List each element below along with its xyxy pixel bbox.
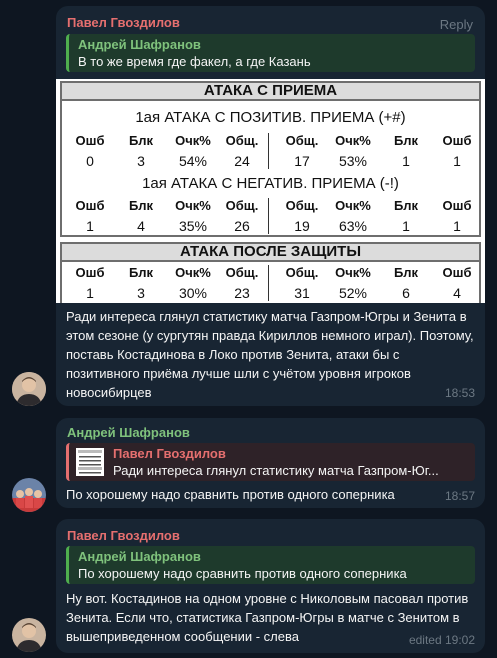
stat-value: 3 [137, 153, 145, 169]
stat-value: 17 [294, 153, 310, 169]
stat-value: 1 [453, 153, 461, 169]
avatar[interactable] [12, 478, 46, 512]
quote-author: Павел Гвоздилов [113, 446, 226, 461]
col-header: Ошб [75, 133, 105, 148]
stat-value: 1 [86, 285, 94, 301]
col-header: Блк [128, 198, 154, 213]
stat-value: 63% [338, 218, 368, 234]
stat-value: 26 [234, 218, 250, 234]
stat-value: 0 [86, 153, 94, 169]
stats-header-row: Ошб Блк Очк% Общ. Общ. Очк% Блк Ошб [60, 264, 481, 282]
stat-value: 53% [338, 153, 368, 169]
col-header: Ошб [75, 198, 105, 213]
col-header: Общ. [285, 265, 319, 280]
reply-quote[interactable]: Павел Гвоздилов Ради интереса глянул ста… [66, 443, 475, 481]
stat-value: 24 [234, 153, 250, 169]
quoted-image-thumbnail [76, 448, 104, 476]
col-header: Очк% [335, 198, 371, 213]
message-time: 18:53 [444, 386, 475, 400]
subheading-positive: 1ая АТАКА С ПОЗИТИВ. ПРИЕМА (+#) [135, 109, 406, 126]
col-header: Общ. [225, 265, 259, 280]
col-header: Общ. [285, 133, 319, 148]
col-header: Ошб [442, 198, 472, 213]
column-divider [268, 198, 269, 234]
person-avatar-icon [12, 618, 46, 652]
col-header: Очк% [175, 133, 211, 148]
reply-button[interactable]: Reply [440, 17, 473, 32]
stats-row: 1 3 30% 23 31 52% 6 4 [60, 284, 481, 302]
col-header: Блк [393, 198, 419, 213]
subheading-negative: 1ая АТАКА С НЕГАТИВ. ПРИЕМА (-!) [142, 175, 399, 192]
col-header: Ошб [442, 133, 472, 148]
stat-value: 6 [402, 285, 410, 301]
message-time: edited 19:02 [408, 633, 475, 647]
sender-name[interactable]: Павел Гвоздилов [67, 528, 180, 543]
stat-value: 4 [453, 285, 461, 301]
group-photo-avatar-icon [12, 478, 46, 512]
col-header: Блк [128, 133, 154, 148]
reply-quote[interactable]: Андрей Шафранов В то же время где факел,… [66, 34, 475, 72]
stat-value: 3 [137, 285, 145, 301]
stat-value: 4 [137, 218, 145, 234]
stat-value: 19 [294, 218, 310, 234]
col-header: Блк [393, 265, 419, 280]
sender-name[interactable]: Павел Гвоздилов [67, 15, 180, 30]
col-header: Очк% [175, 265, 211, 280]
message-bubble-3[interactable]: Павел Гвоздилов Андрей Шафранов По хорош… [56, 519, 485, 653]
message-text: По хорошему надо сравнить против одного … [66, 487, 395, 502]
reply-quote[interactable]: Андрей Шафранов По хорошему надо сравнит… [66, 546, 475, 584]
stats-image[interactable]: АТАКА С ПРИЕМА 1ая АТАКА С ПОЗИТИВ. ПРИЕ… [56, 79, 485, 303]
stats-row: 1 4 35% 26 19 63% 1 1 [60, 217, 481, 235]
col-header: Общ. [285, 198, 319, 213]
message-text: Ради интереса глянул статистику матча Га… [66, 309, 474, 400]
sender-name[interactable]: Андрей Шафранов [67, 425, 190, 440]
stat-value: 52% [338, 285, 368, 301]
quote-text: Ради интереса глянул статистику матча Га… [113, 463, 439, 478]
col-header: Блк [393, 133, 419, 148]
stat-value: 23 [234, 285, 250, 301]
stats-row: 0 3 54% 24 17 53% 1 1 [60, 152, 481, 170]
quote-text: В то же время где факел, а где Казань [78, 54, 311, 69]
section-title-attack-defense: АТАКА ПОСЛЕ ЗАЩИТЫ [60, 242, 481, 262]
stat-value: 54% [178, 153, 208, 169]
col-header: Ошб [75, 265, 105, 280]
stat-value: 1 [402, 218, 410, 234]
section-title-attack-reception: АТАКА С ПРИЕМА [60, 81, 481, 101]
column-divider [268, 265, 269, 301]
col-header: Очк% [175, 198, 211, 213]
person-avatar-icon [12, 372, 46, 406]
stats-header-row: Ошб Блк Очк% Общ. Общ. Очк% Блк Ошб [60, 197, 481, 215]
stats-header-row: Ошб Блк Очк% Общ. Общ. Очк% Блк Ошб [60, 132, 481, 150]
col-header: Очк% [335, 265, 371, 280]
stat-value: 1 [402, 153, 410, 169]
column-divider [268, 133, 269, 169]
col-header: Общ. [225, 133, 259, 148]
col-header: Ошб [442, 265, 472, 280]
quote-author: Андрей Шафранов [78, 37, 201, 52]
col-header: Блк [128, 265, 154, 280]
quote-author: Андрей Шафранов [78, 549, 201, 564]
stat-value: 30% [178, 285, 208, 301]
avatar[interactable] [12, 372, 46, 406]
quote-text: По хорошему надо сравнить против одного … [78, 566, 407, 581]
col-header: Очк% [335, 133, 371, 148]
avatar[interactable] [12, 618, 46, 652]
col-header: Общ. [225, 198, 259, 213]
stat-value: 1 [453, 218, 461, 234]
message-time: 18:57 [444, 489, 475, 503]
stat-value: 35% [178, 218, 208, 234]
message-bubble-2[interactable]: Андрей Шафранов Павел Гвоздилов Ради инт… [56, 418, 485, 508]
stat-value: 31 [294, 285, 310, 301]
stat-value: 1 [86, 218, 94, 234]
